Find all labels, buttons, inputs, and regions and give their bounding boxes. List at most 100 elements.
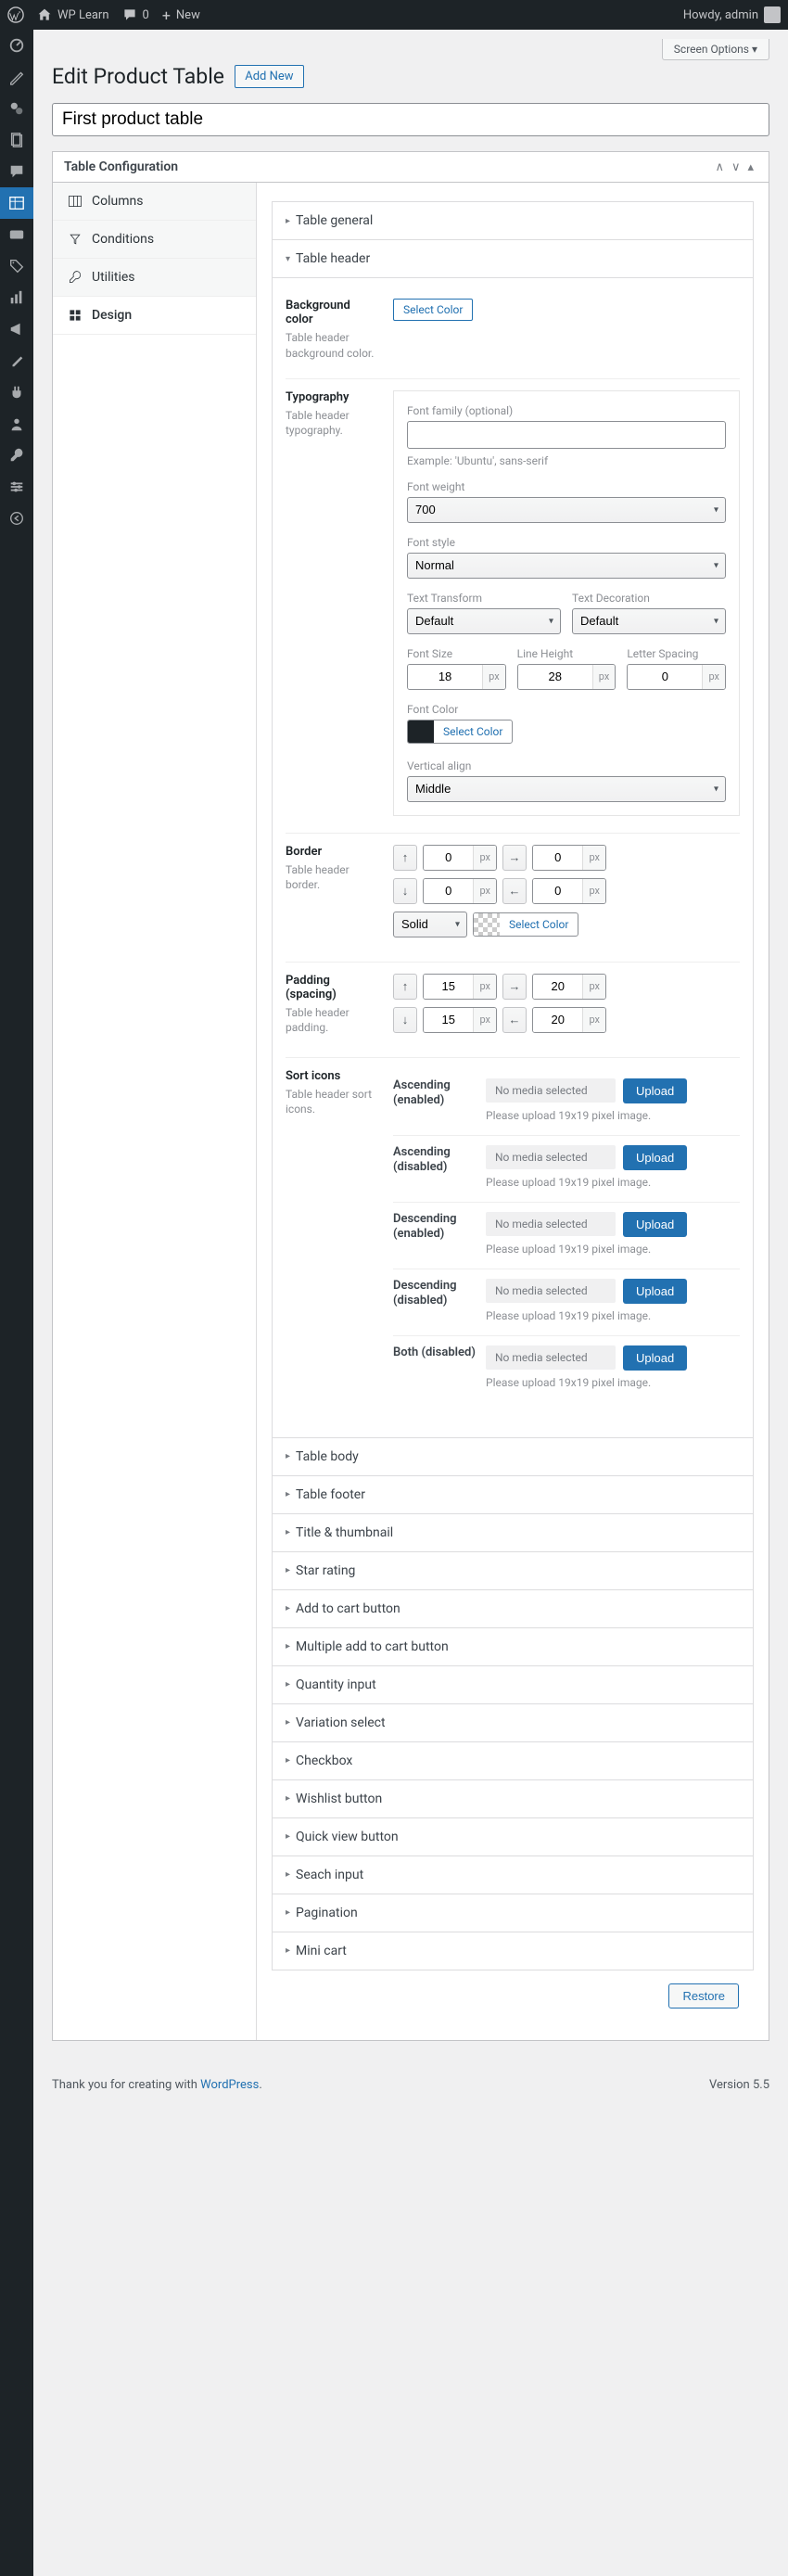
panel-toggle-icon[interactable]: ▴	[744, 160, 757, 174]
add-new-button[interactable]: Add New	[235, 65, 303, 88]
acc-quick-view-button[interactable]: ▸Quick view button	[272, 1818, 754, 1856]
chevron-right-icon: ▸	[286, 1527, 290, 1537]
font-weight-select[interactable]: 700	[407, 497, 726, 523]
letter-spacing-input[interactable]	[628, 665, 702, 689]
menu-users[interactable]	[0, 408, 33, 440]
font-family-input[interactable]	[407, 421, 726, 449]
text-decoration-select[interactable]: Default	[572, 608, 726, 634]
bg-label: Background color	[286, 299, 378, 326]
acc-variation-select[interactable]: ▸Variation select	[272, 1704, 754, 1742]
menu-collapse[interactable]	[0, 503, 33, 534]
asc-disabled-label: Ascending (disabled)	[393, 1145, 477, 1177]
menu-settings[interactable]	[0, 471, 33, 503]
menu-appearance[interactable]	[0, 345, 33, 376]
bg-select-color-button[interactable]: Select Color	[393, 299, 473, 321]
howdy-text: Howdy, admin	[683, 8, 758, 22]
tab-conditions-label: Conditions	[92, 232, 154, 247]
screen-options-tab[interactable]: Screen Options ▾	[662, 39, 769, 60]
font-size-input[interactable]	[408, 665, 482, 689]
border-top-input[interactable]	[424, 846, 473, 870]
upload-button[interactable]: Upload	[623, 1212, 687, 1237]
upload-button[interactable]: Upload	[623, 1279, 687, 1304]
media-status: No media selected	[486, 1212, 616, 1236]
new-link[interactable]: +New	[162, 6, 200, 24]
pad-left-input[interactable]	[533, 1008, 582, 1032]
upload-button[interactable]: Upload	[623, 1145, 687, 1170]
pad-bottom-input[interactable]	[424, 1008, 473, 1032]
menu-marketing[interactable]	[0, 313, 33, 345]
wp-logo[interactable]	[7, 6, 24, 23]
acc-title-thumbnail[interactable]: ▸Title & thumbnail	[272, 1514, 754, 1552]
acc-label: Table header	[296, 251, 370, 266]
acc-table-general[interactable]: ▸Table general	[272, 201, 754, 240]
border-bottom-input[interactable]	[424, 879, 473, 903]
font-color-label: Font Color	[407, 703, 726, 716]
menu-products[interactable]	[0, 250, 33, 282]
restore-button[interactable]: Restore	[668, 1983, 739, 2009]
howdy-link[interactable]: Howdy, admin	[683, 6, 781, 23]
acc-table-header-head[interactable]: ▾Table header	[273, 240, 753, 277]
menu-tools[interactable]	[0, 440, 33, 471]
text-transform-select[interactable]: Default	[407, 608, 561, 634]
arrow-down-icon: ↓	[393, 1007, 417, 1033]
arrow-left-icon: ←	[502, 878, 527, 904]
acc-table-footer[interactable]: ▸Table footer	[272, 1476, 754, 1514]
border-style-select[interactable]: Solid	[393, 912, 467, 937]
acc-mini-cart[interactable]: ▸Mini cart	[272, 1932, 754, 1970]
sort-desc: Table header sort icons.	[286, 1087, 378, 1118]
border-left-input[interactable]	[533, 879, 582, 903]
acc-wishlist-button[interactable]: ▸Wishlist button	[272, 1780, 754, 1818]
menu-posts[interactable]	[0, 61, 33, 93]
arrow-right-icon: →	[502, 974, 527, 1000]
tab-design[interactable]: Design	[53, 297, 256, 335]
tab-utilities[interactable]: Utilities	[53, 259, 256, 297]
chevron-right-icon: ▸	[286, 1641, 290, 1651]
letter-spacing-label: Letter Spacing	[627, 647, 726, 660]
tab-conditions[interactable]: Conditions	[53, 221, 256, 259]
sort-label: Sort icons	[286, 1069, 378, 1083]
chevron-right-icon: ▸	[286, 1755, 290, 1766]
font-weight-label: Font weight	[407, 480, 726, 493]
acc-add-to-cart[interactable]: ▸Add to cart button	[272, 1590, 754, 1628]
acc-checkbox[interactable]: ▸Checkbox	[272, 1742, 754, 1780]
acc-search-input[interactable]: ▸Seach input	[272, 1856, 754, 1894]
panel-up-icon[interactable]: ∧	[711, 160, 728, 174]
tab-design-label: Design	[92, 308, 132, 323]
font-color-btn-text: Select Color	[434, 725, 512, 738]
acc-star-rating[interactable]: ▸Star rating	[272, 1552, 754, 1590]
upload-button[interactable]: Upload	[623, 1078, 687, 1103]
font-style-select[interactable]: Normal	[407, 553, 726, 579]
menu-woocommerce[interactable]	[0, 219, 33, 250]
upload-hint: Please upload 19x19 pixel image.	[486, 1376, 740, 1389]
menu-comments[interactable]	[0, 156, 33, 187]
menu-pages[interactable]	[0, 124, 33, 156]
font-color-button[interactable]: Select Color	[407, 720, 513, 744]
pad-right-input[interactable]	[533, 975, 582, 999]
menu-product-table[interactable]	[0, 187, 33, 219]
vertical-tabs: Columns Conditions Utilities Design	[53, 183, 257, 2040]
menu-analytics[interactable]	[0, 282, 33, 313]
valign-select[interactable]: Middle	[407, 776, 726, 802]
acc-table-body[interactable]: ▸Table body	[272, 1438, 754, 1476]
acc-pagination[interactable]: ▸Pagination	[272, 1894, 754, 1932]
acc-label: Table general	[296, 213, 373, 228]
line-height-input[interactable]	[518, 665, 592, 689]
pad-top-input[interactable]	[424, 975, 473, 999]
upload-hint: Please upload 19x19 pixel image.	[486, 1109, 740, 1122]
acc-quantity-input[interactable]: ▸Quantity input	[272, 1666, 754, 1704]
comments-link[interactable]: 0	[122, 7, 149, 22]
site-link[interactable]: WP Learn	[37, 7, 109, 22]
menu-plugins[interactable]	[0, 376, 33, 408]
wordpress-link[interactable]: WordPress	[200, 2078, 259, 2092]
acc-multi-add-to-cart[interactable]: ▸Multiple add to cart button	[272, 1628, 754, 1666]
media-status: No media selected	[486, 1078, 616, 1103]
table-title-input[interactable]	[52, 103, 769, 136]
menu-dashboard[interactable]	[0, 30, 33, 61]
upload-button[interactable]: Upload	[623, 1345, 687, 1371]
border-color-button[interactable]: Select Color	[473, 912, 578, 937]
tab-columns[interactable]: Columns	[53, 183, 256, 221]
panel-down-icon[interactable]: ∨	[728, 160, 744, 174]
font-family-hint: Example: 'Ubuntu', sans-serif	[407, 454, 726, 467]
border-right-input[interactable]	[533, 846, 582, 870]
menu-media[interactable]	[0, 93, 33, 124]
